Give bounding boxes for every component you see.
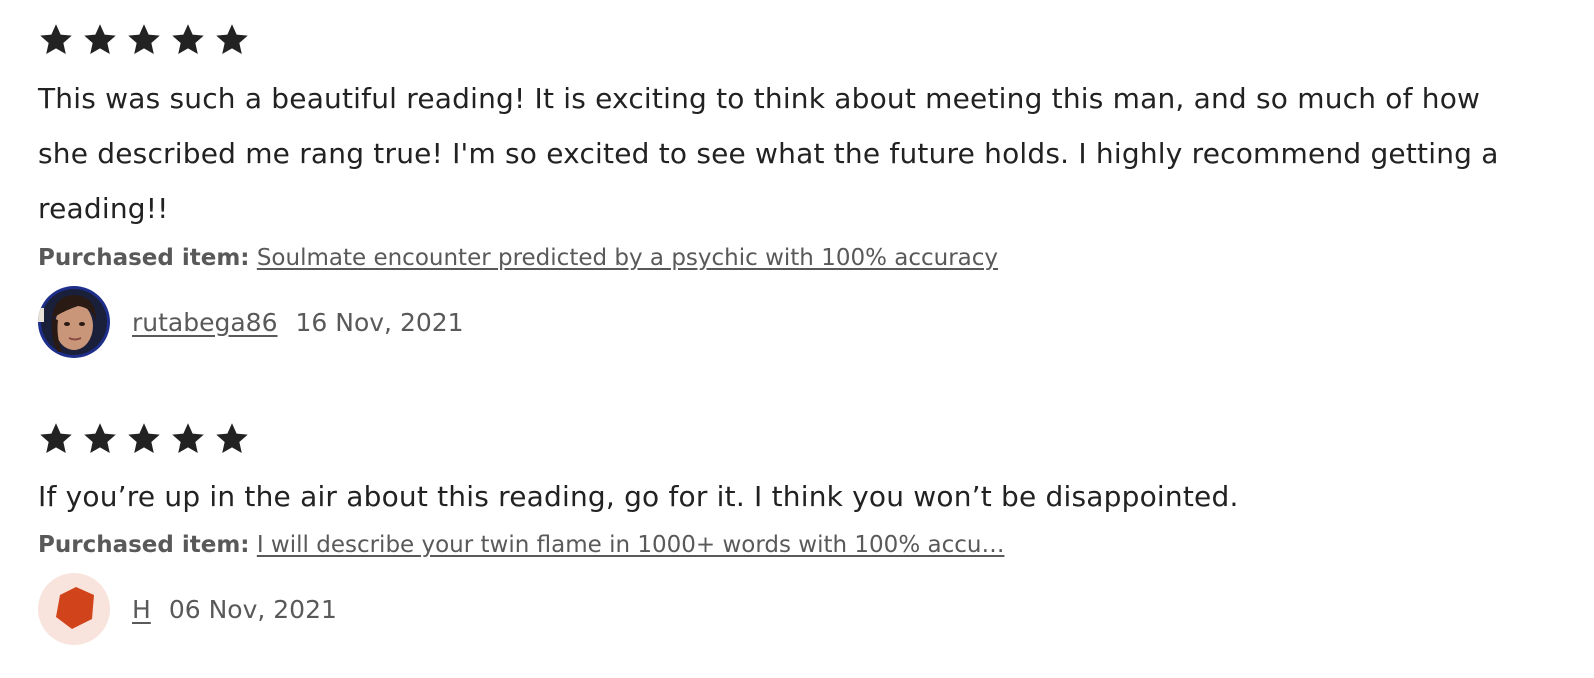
star-icon [126, 22, 162, 58]
user-photo-avatar-icon [38, 286, 110, 358]
star-icon [38, 22, 74, 58]
review-text: This was such a beautiful reading! It is… [38, 82, 1499, 225]
review-date: 16 Nov, 2021 [295, 307, 464, 337]
default-shape-avatar-icon [38, 573, 110, 645]
star-icon [126, 421, 162, 457]
star-icon [170, 22, 206, 58]
review-text: If you’re up in the air about this readi… [38, 480, 1239, 513]
star-icon [170, 421, 206, 457]
purchased-item-line: Purchased item: Soulmate encounter predi… [38, 242, 1568, 274]
purchased-item-line: Purchased item: I will describe your twi… [38, 529, 1568, 561]
review-author: H 06 Nov, 2021 [38, 573, 1568, 645]
review-item: If you’re up in the air about this readi… [38, 421, 1568, 645]
star-icon [38, 421, 74, 457]
purchased-item-label: Purchased item: [38, 532, 250, 558]
avatar[interactable] [38, 573, 110, 645]
star-icon [214, 22, 250, 58]
reviews-list: This was such a beautiful reading! It is… [0, 0, 1594, 678]
star-icon [82, 421, 118, 457]
star-rating [38, 421, 1568, 457]
purchased-item-link[interactable]: Soulmate encounter predicted by a psychi… [257, 245, 998, 271]
review-author: rutabega86 16 Nov, 2021 [38, 286, 1568, 358]
star-icon [214, 421, 250, 457]
review-item: This was such a beautiful reading! It is… [38, 22, 1568, 358]
star-rating [38, 22, 1568, 58]
purchased-item-label: Purchased item: [38, 245, 250, 271]
author-name-link[interactable]: rutabega86 [132, 308, 278, 337]
review-date: 06 Nov, 2021 [168, 594, 337, 624]
avatar[interactable] [38, 286, 110, 358]
author-name-link[interactable]: H [132, 595, 151, 624]
purchased-item-link[interactable]: I will describe your twin flame in 1000+… [257, 532, 1005, 558]
star-icon [82, 22, 118, 58]
